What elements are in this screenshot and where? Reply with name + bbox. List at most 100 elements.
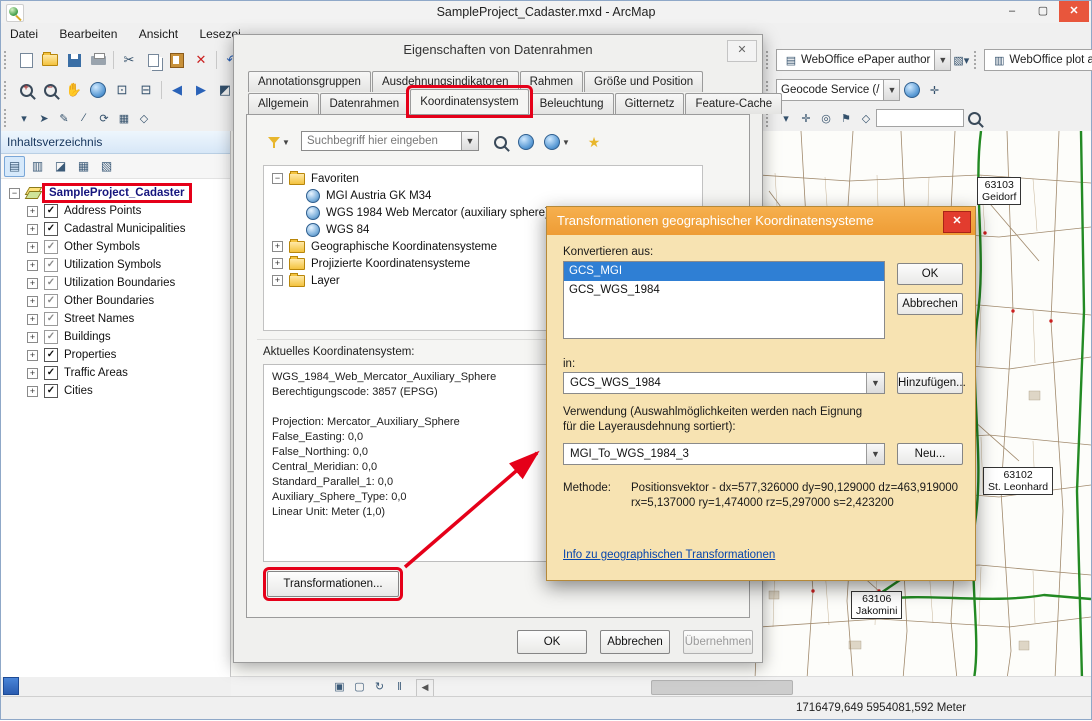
toolbar-grip[interactable] (4, 109, 11, 127)
chevron-down-icon[interactable]: ▼ (866, 444, 884, 464)
edit-pointer-icon[interactable]: ➤ (35, 109, 53, 127)
toc-options-icon[interactable]: ▧ (96, 156, 117, 177)
attributes-icon[interactable]: ▦ (115, 109, 133, 127)
flag-icon[interactable]: ⚑ (837, 109, 855, 127)
layer-row[interactable]: +Utilization Symbols (1, 256, 230, 274)
epaper-author-combo[interactable]: ▤ WebOffice ePaper author ▼ (776, 49, 951, 71)
minimize-button[interactable]: – (997, 1, 1027, 22)
toc-list-by-selection-icon[interactable]: ▦ (73, 156, 94, 177)
layer-checkbox[interactable] (44, 258, 58, 272)
expand-icon[interactable]: + (27, 224, 38, 235)
add-button[interactable]: Hinzufügen... (897, 372, 963, 394)
tree-item-cs[interactable]: MGI Austria GK M34 (264, 187, 702, 204)
expand-icon[interactable]: + (27, 350, 38, 361)
rotate-tool-icon[interactable]: ⟳ (95, 109, 113, 127)
expand-icon[interactable]: + (272, 241, 283, 252)
save-icon[interactable] (63, 49, 85, 71)
layer-label[interactable]: Properties (64, 349, 116, 361)
layer-row[interactable]: + Address Points (1, 202, 230, 220)
scroll-left-icon[interactable]: ◀ (416, 679, 434, 697)
data-frame-row[interactable]: − SampleProject_Cadaster (1, 184, 230, 202)
expand-icon[interactable]: + (27, 206, 38, 217)
forward-extent-icon[interactable]: ▶ (190, 79, 212, 101)
usage-select[interactable]: MGI_To_WGS_1984_3 ▼ (563, 443, 885, 465)
layer-row[interactable]: +Street Names (1, 310, 230, 328)
tab-koordinatensystem[interactable]: Koordinatensystem (410, 89, 528, 114)
data-view-icon[interactable]: ▣ (331, 679, 348, 695)
tab-groesse-und-position[interactable]: Größe und Position (584, 71, 703, 92)
layer-checkbox[interactable] (44, 204, 58, 218)
layer-row[interactable]: + Cities (1, 382, 230, 400)
coordinate-input[interactable] (876, 109, 964, 127)
layer-checkbox[interactable] (44, 384, 58, 398)
zoom-out-icon[interactable]: − (39, 79, 61, 101)
tab-gitternetz[interactable]: Gitternetz (615, 93, 685, 114)
refresh-view-icon[interactable]: ↻ (371, 679, 388, 695)
layer-checkbox[interactable] (44, 312, 58, 326)
print-icon[interactable] (87, 49, 109, 71)
editor-menu-icon[interactable]: ▾ (15, 109, 33, 127)
layer-label[interactable]: Cadastral Municipalities (64, 223, 185, 235)
expand-icon[interactable]: + (27, 314, 38, 325)
toc-list-by-visibility-icon[interactable]: ◪ (50, 156, 71, 177)
convert-from-list[interactable]: GCS_MGI GCS_WGS_1984 (563, 261, 885, 339)
globe-icon[interactable] (513, 129, 539, 155)
expand-icon[interactable]: + (27, 296, 38, 307)
full-extent-icon[interactable] (87, 79, 109, 101)
toolbar-grip[interactable] (974, 51, 981, 69)
measure-icon[interactable]: ◇ (857, 109, 875, 127)
tab-rahmen[interactable]: Rahmen (520, 71, 583, 92)
layer-label[interactable]: Utilization Boundaries (64, 277, 175, 289)
sketch-tool-icon[interactable]: ✎ (55, 109, 73, 127)
layer-label[interactable]: Cities (64, 385, 93, 397)
paste-icon[interactable] (166, 49, 188, 71)
layer-label[interactable]: Buildings (64, 331, 111, 343)
layer-label[interactable]: Other Boundaries (64, 295, 154, 307)
layer-checkbox[interactable] (44, 240, 58, 254)
epaper-tool-icon[interactable]: ▧▾ (952, 51, 970, 69)
pause-drawing-icon[interactable]: ‖ (391, 679, 408, 695)
collapse-icon[interactable]: − (9, 188, 20, 199)
expand-icon[interactable]: + (272, 275, 283, 286)
identify-icon[interactable] (965, 109, 983, 127)
scrollbar-thumb[interactable] (651, 680, 793, 695)
fixed-zoom-in-icon[interactable]: ⊡ (111, 79, 133, 101)
ok-button[interactable]: OK (897, 263, 963, 285)
delete-icon[interactable]: ✕ (190, 49, 212, 71)
pan-icon[interactable]: ✋ (63, 79, 85, 101)
layer-row[interactable]: + Other Boundaries (1, 292, 230, 310)
cut-icon[interactable]: ✂ (118, 49, 140, 71)
chevron-down-icon[interactable]: ▼ (934, 50, 950, 70)
search-input[interactable]: Suchbegriff hier eingeben ▼ (301, 131, 479, 151)
toc-list-by-source-icon[interactable]: ▥ (27, 156, 48, 177)
list-item-gcs-wgs-1984[interactable]: GCS_WGS_1984 (564, 281, 884, 300)
transformations-button[interactable]: Transformationen... (267, 571, 399, 597)
globe-dropdown-icon[interactable]: ▼ (539, 129, 575, 155)
crosshair-icon[interactable]: ◎ (817, 109, 835, 127)
horizontal-scrollbar[interactable]: ▣ ▢ ↻ ‖ ◀ (231, 676, 1091, 697)
list-item-gcs-mgi[interactable]: GCS_MGI (564, 262, 884, 281)
maximize-button[interactable]: ▢ (1028, 1, 1058, 22)
layer-label[interactable]: Utilization Symbols (64, 259, 161, 271)
layer-row[interactable]: + Cadastral Municipalities (1, 220, 230, 238)
expand-icon[interactable]: + (27, 386, 38, 397)
menu-bearbeiten[interactable]: Bearbeiten (50, 23, 126, 45)
layer-label[interactable]: Address Points (64, 205, 141, 217)
tab-annotationsgruppen[interactable]: Annotationsgruppen (248, 71, 371, 92)
layer-checkbox[interactable] (44, 330, 58, 344)
add-to-favorites-icon[interactable]: ★ (581, 129, 607, 155)
in-select[interactable]: GCS_WGS_1984 ▼ (563, 372, 885, 394)
toolbar-grip[interactable] (4, 81, 11, 99)
toc-list-by-drawing-order-icon[interactable]: ▤ (4, 156, 25, 177)
layer-checkbox[interactable] (44, 348, 58, 362)
filter-icon[interactable]: ▼ (263, 131, 295, 153)
layer-label[interactable]: Traffic Areas (64, 367, 128, 379)
snap-icon[interactable]: ◇ (135, 109, 153, 127)
cancel-button[interactable]: Abbrechen (600, 630, 670, 654)
layer-row[interactable]: +Buildings (1, 328, 230, 346)
open-icon[interactable] (39, 49, 61, 71)
layer-checkbox[interactable] (44, 276, 58, 290)
back-extent-icon[interactable]: ◀ (166, 79, 188, 101)
tab-feature-cache[interactable]: Feature-Cache (685, 93, 782, 114)
close-button[interactable]: ✕ (1059, 1, 1089, 22)
